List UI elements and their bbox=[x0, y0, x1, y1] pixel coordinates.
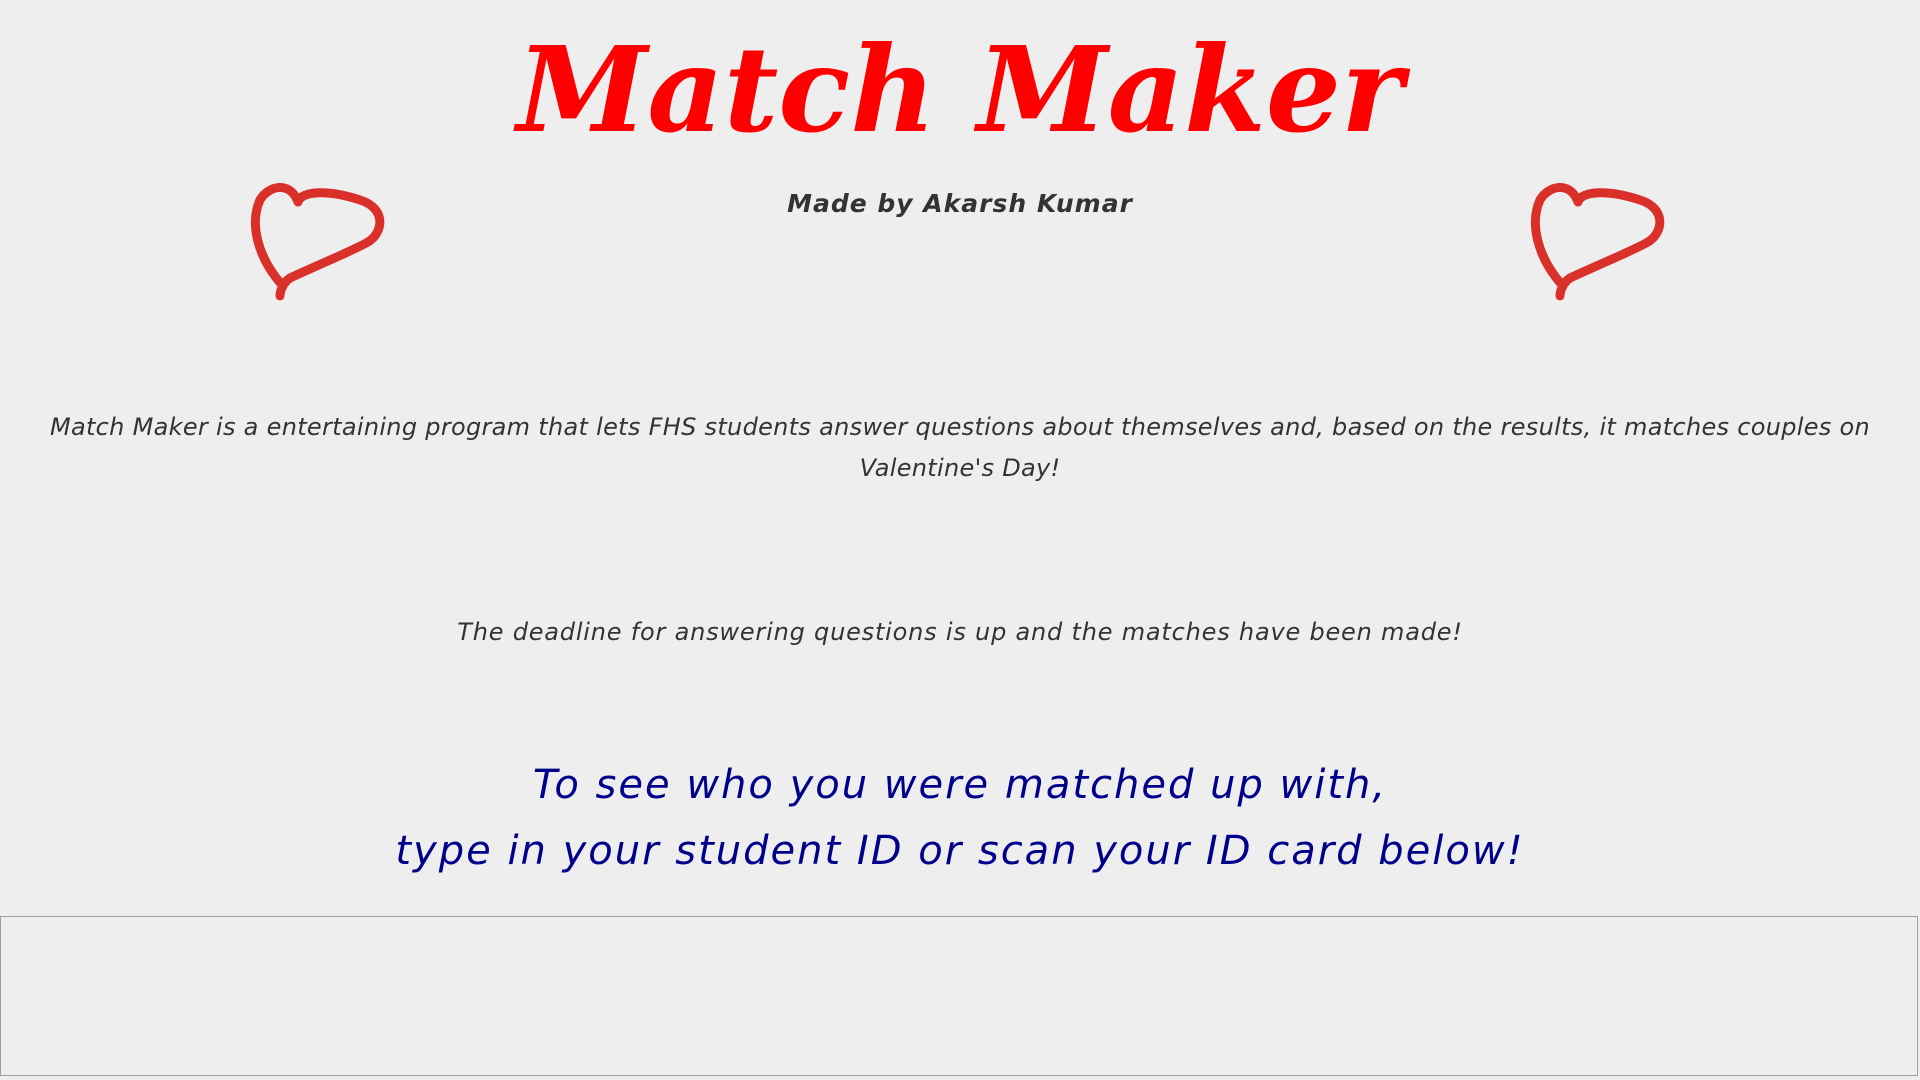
deadline-notice: The deadline for answering questions is … bbox=[457, 618, 1463, 646]
instructions-line-1: To see who you were matched up with, bbox=[532, 762, 1388, 808]
heart-icon bbox=[1530, 182, 1670, 318]
id-instructions: To see who you were matched up with, typ… bbox=[0, 752, 1920, 884]
instructions-line-2: type in your student ID or scan your ID … bbox=[395, 828, 1525, 874]
page-title: Match Maker bbox=[516, 20, 1404, 159]
student-id-input[interactable] bbox=[0, 916, 1918, 1076]
program-description: Match Maker is a entertaining program th… bbox=[49, 413, 1871, 482]
